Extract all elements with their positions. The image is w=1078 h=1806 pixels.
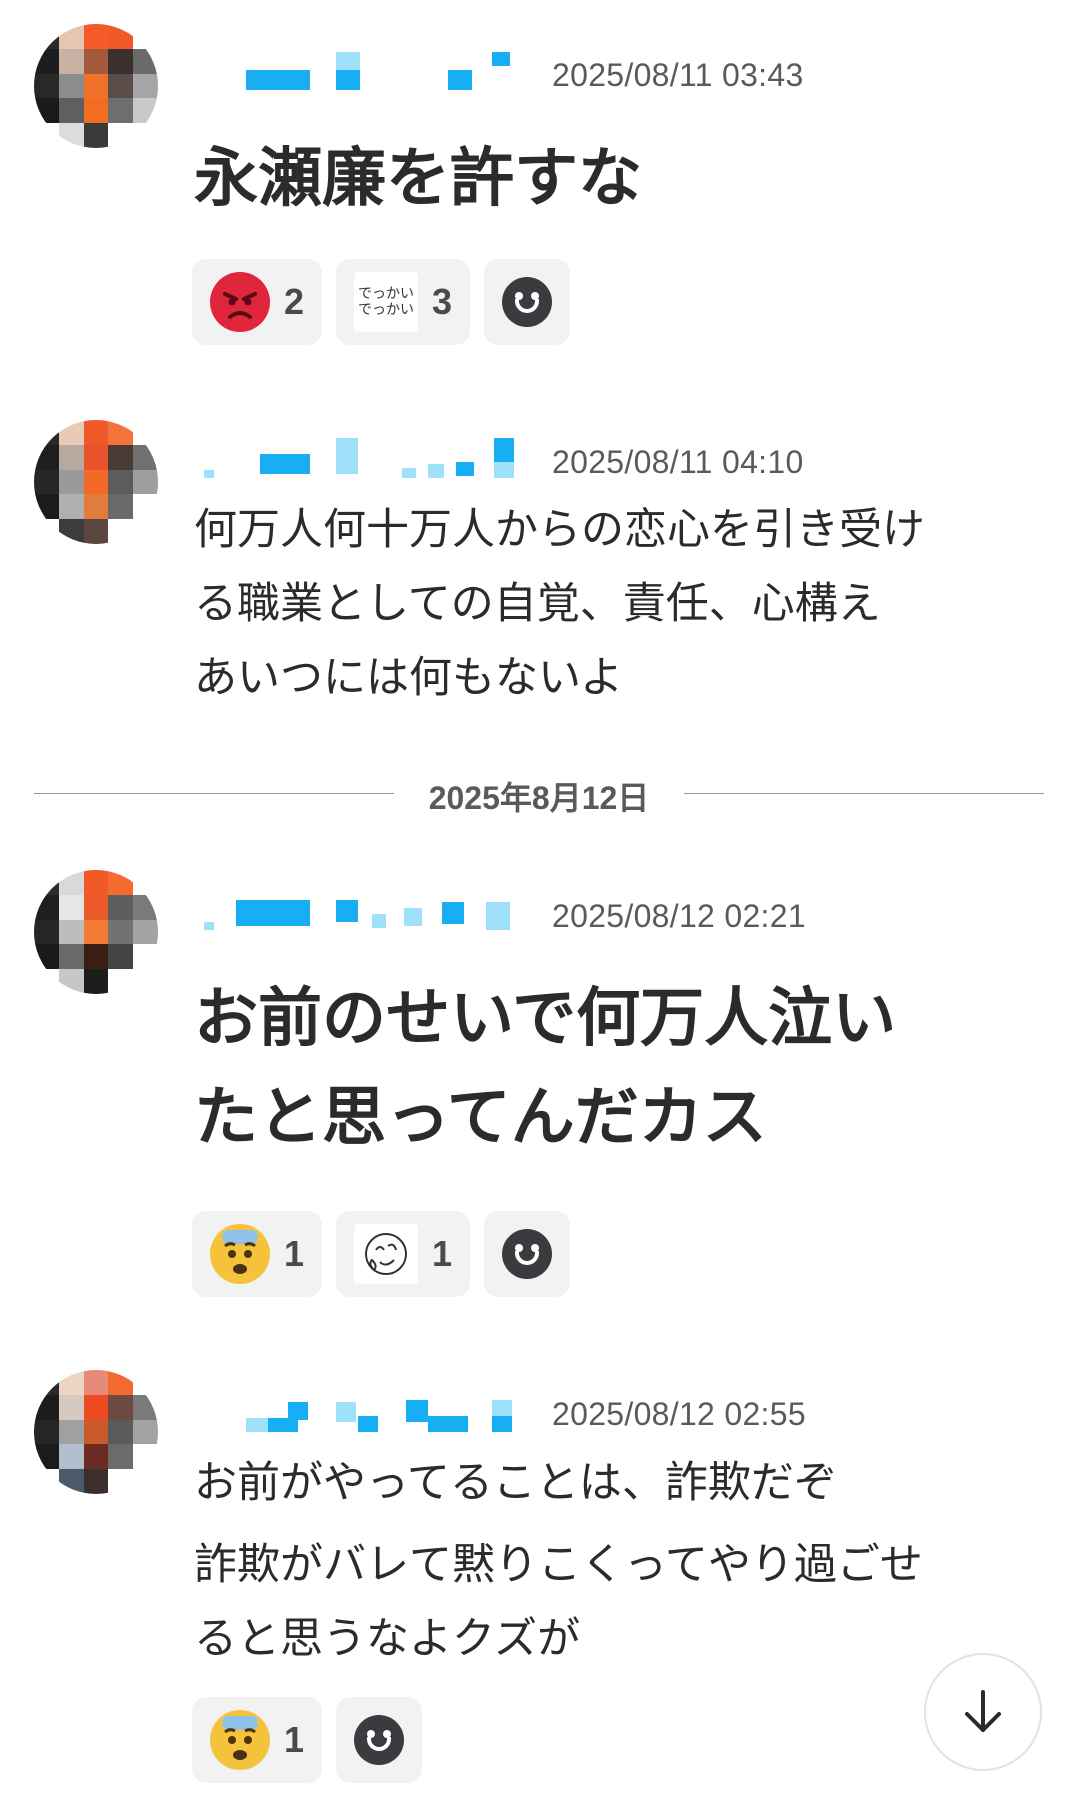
reaction-count: 3 bbox=[432, 281, 453, 322]
username-blurred[interactable] bbox=[196, 1392, 536, 1442]
arrow-down-icon bbox=[965, 1690, 1001, 1732]
username-blurred[interactable] bbox=[196, 892, 536, 942]
anxious-face-icon bbox=[210, 1710, 270, 1770]
reaction-bar: 2 でっかい でっかい 3 bbox=[192, 259, 571, 345]
sticker-text: でっかい でっかい bbox=[358, 286, 415, 318]
username-blurred[interactable] bbox=[196, 52, 536, 102]
message-line: 詐欺がバレて黙りこくってやり過ごせ bbox=[194, 1540, 923, 1590]
date-divider-label: 2025年8月12日 bbox=[428, 780, 650, 816]
angry-face-icon bbox=[210, 272, 270, 332]
doodle-sticker-icon bbox=[354, 1224, 419, 1284]
message-text: 永瀬廉を許すな bbox=[194, 142, 642, 216]
reaction-count: 1 bbox=[284, 1233, 305, 1274]
add-reaction-icon bbox=[354, 1715, 405, 1765]
avatar[interactable] bbox=[34, 24, 158, 148]
chat-thread: 2025/08/11 03:43 永瀬廉を許すな 2 でっかい でっかい 3 2… bbox=[0, 0, 1078, 1806]
reaction-anxious[interactable]: 1 bbox=[192, 1697, 323, 1783]
sticker-dekkai-icon: でっかい でっかい bbox=[354, 272, 419, 332]
reaction-bar: 1 1 bbox=[192, 1211, 571, 1297]
reaction-bar: 1 bbox=[192, 1697, 423, 1783]
message-timestamp: 2025/08/11 03:43 bbox=[552, 57, 804, 93]
add-reaction-button[interactable] bbox=[484, 259, 571, 345]
reaction-angry[interactable]: 2 bbox=[192, 259, 323, 345]
message-line: あいつには何もないよ bbox=[194, 653, 624, 703]
reaction-count: 1 bbox=[432, 1233, 453, 1274]
message-timestamp: 2025/08/12 02:55 bbox=[552, 1396, 806, 1432]
avatar[interactable] bbox=[34, 420, 158, 544]
add-reaction-button[interactable] bbox=[484, 1211, 571, 1297]
message-line: 何万人何十万人からの恋心を引き受け bbox=[194, 505, 925, 555]
avatar[interactable] bbox=[34, 870, 158, 994]
message-text: お前のせいで何万人泣い たと思ってんだカス bbox=[194, 970, 896, 1168]
date-divider: 2025年8月12日 bbox=[34, 773, 1044, 816]
message-line: たと思ってんだカス bbox=[194, 1081, 767, 1156]
reaction-sticker[interactable]: 1 bbox=[336, 1211, 471, 1297]
add-reaction-icon bbox=[502, 1229, 553, 1279]
message-line: お前のせいで何万人泣い bbox=[194, 982, 897, 1056]
add-reaction-icon bbox=[502, 277, 553, 327]
message-text: 何万人何十万人からの恋心を引き受け る職業としての自覚、責任、心構え あいつには… bbox=[194, 493, 925, 715]
message-timestamp: 2025/08/11 04:10 bbox=[552, 444, 804, 480]
reaction-count: 2 bbox=[284, 281, 305, 322]
scroll-to-bottom-button[interactable] bbox=[924, 1653, 1042, 1771]
message-line: ると思うなよクズが bbox=[194, 1614, 581, 1664]
message-line: る職業としての自覚、責任、心構え bbox=[194, 579, 881, 629]
anxious-face-icon bbox=[210, 1224, 270, 1284]
message-text: お前がやってることは、詐欺だぞ 詐欺がバレて黙りこくってやり過ごせ ると思うなよ… bbox=[194, 1446, 923, 1676]
username-blurred[interactable] bbox=[196, 438, 536, 488]
reaction-sticker[interactable]: でっかい でっかい 3 bbox=[336, 259, 471, 345]
message-timestamp: 2025/08/12 02:21 bbox=[552, 898, 806, 934]
message-line: お前がやってることは、詐欺だぞ bbox=[194, 1458, 837, 1508]
reaction-count: 1 bbox=[284, 1719, 305, 1760]
add-reaction-button[interactable] bbox=[336, 1697, 423, 1783]
avatar[interactable] bbox=[34, 1370, 158, 1494]
reaction-anxious[interactable]: 1 bbox=[192, 1211, 323, 1297]
